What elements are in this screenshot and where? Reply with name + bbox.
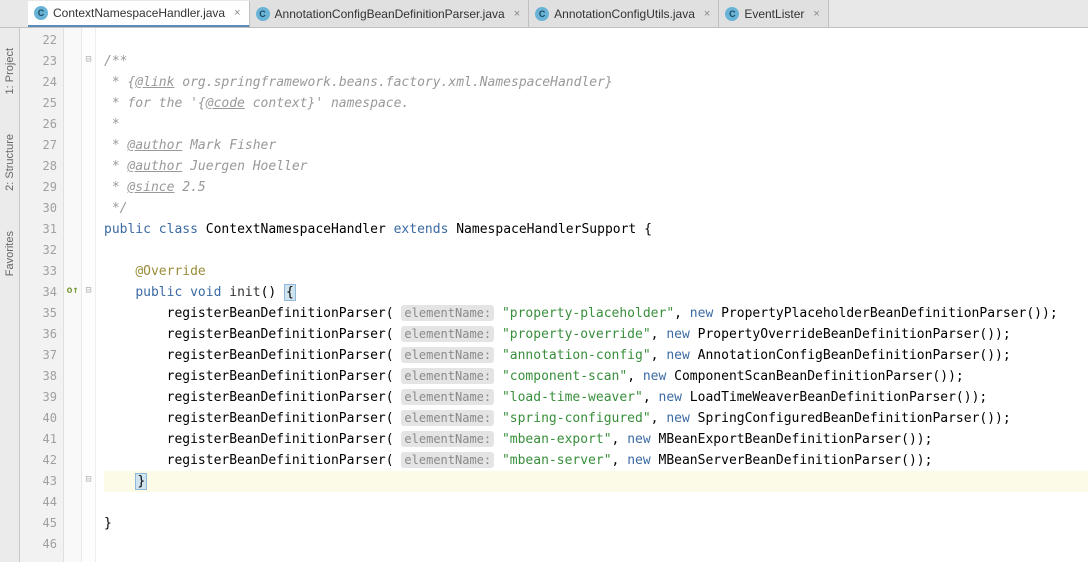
code-line[interactable]: registerBeanDefinitionParser( elementNam… (104, 345, 1088, 366)
code-line[interactable]: * for the '{@code context}' namespace. (104, 93, 1088, 114)
tab-2[interactable]: C AnnotationConfigUtils.java × (529, 0, 719, 27)
code-editor[interactable]: 2223242526272829303132333435363738394041… (20, 28, 1088, 562)
code-line[interactable] (104, 492, 1088, 513)
code-line[interactable] (104, 30, 1088, 51)
line-number-gutter: 2223242526272829303132333435363738394041… (20, 28, 64, 562)
code-line[interactable]: /** (104, 51, 1088, 72)
fold-toggle-icon[interactable]: ⊟ (82, 49, 95, 70)
tab-3[interactable]: C EventLister × (719, 0, 828, 27)
code-line[interactable]: public class ContextNamespaceHandler ext… (104, 219, 1088, 240)
tool-window-bar-left: 1: Project 2: Structure Favorites (0, 28, 20, 562)
tool-project[interactable]: 1: Project (4, 48, 16, 94)
code-line[interactable] (104, 240, 1088, 261)
close-icon[interactable]: × (234, 7, 240, 19)
code-line[interactable]: */ (104, 198, 1088, 219)
gutter-marks: o↑ (64, 28, 82, 562)
code-line[interactable]: registerBeanDefinitionParser( elementNam… (104, 429, 1088, 450)
java-class-icon: C (725, 7, 739, 21)
close-icon[interactable]: × (514, 8, 520, 20)
close-icon[interactable]: × (813, 8, 819, 20)
java-class-icon: C (34, 6, 48, 20)
tab-label: AnnotationConfigUtils.java (554, 7, 695, 21)
code-line[interactable]: registerBeanDefinitionParser( elementNam… (104, 387, 1088, 408)
java-class-icon: C (535, 7, 549, 21)
fold-toggle-icon[interactable]: ⊟ (82, 469, 95, 490)
editor-tabbar: C ContextNamespaceHandler.java × C Annotatio… (0, 0, 1088, 28)
tab-label: EventLister (744, 7, 804, 21)
override-gutter-icon[interactable]: o↑ (66, 285, 78, 296)
code-line[interactable]: registerBeanDefinitionParser( elementNam… (104, 366, 1088, 387)
fold-toggle-icon[interactable]: ⊟ (82, 280, 95, 301)
tool-structure[interactable]: 2: Structure (4, 134, 16, 191)
tab-label: ContextNamespaceHandler.java (53, 6, 225, 20)
code-line[interactable]: * @since 2.5 (104, 177, 1088, 198)
code-line[interactable]: * (104, 114, 1088, 135)
code-line[interactable] (104, 534, 1088, 555)
code-line[interactable]: * @author Juergen Hoeller (104, 156, 1088, 177)
code-line[interactable]: registerBeanDefinitionParser( elementNam… (104, 324, 1088, 345)
code-line[interactable]: } (104, 513, 1088, 534)
code-line[interactable]: registerBeanDefinitionParser( elementNam… (104, 450, 1088, 471)
tab-label: AnnotationConfigBeanDefinitionParser.jav… (275, 7, 505, 21)
code-line[interactable]: * {@link org.springframework.beans.facto… (104, 72, 1088, 93)
code-line[interactable]: public void init() { (104, 282, 1088, 303)
code-line[interactable]: * @author Mark Fisher (104, 135, 1088, 156)
code-area[interactable]: /** * {@link org.springframework.beans.f… (96, 28, 1088, 562)
java-class-icon: C (256, 7, 270, 21)
code-line[interactable]: registerBeanDefinitionParser( elementNam… (104, 303, 1088, 324)
close-icon[interactable]: × (704, 8, 710, 20)
code-line[interactable]: registerBeanDefinitionParser( elementNam… (104, 408, 1088, 429)
tool-favorites[interactable]: Favorites (4, 231, 16, 276)
workspace: 1: Project 2: Structure Favorites 222324… (0, 28, 1088, 562)
tab-0[interactable]: C ContextNamespaceHandler.java × (28, 1, 250, 28)
fold-gutter[interactable]: ⊟ ⊟ ⊟ (82, 28, 96, 562)
code-line[interactable]: @Override (104, 261, 1088, 282)
code-line[interactable]: } (104, 471, 1088, 492)
tab-1[interactable]: C AnnotationConfigBeanDefinitionParser.ja… (250, 0, 530, 27)
